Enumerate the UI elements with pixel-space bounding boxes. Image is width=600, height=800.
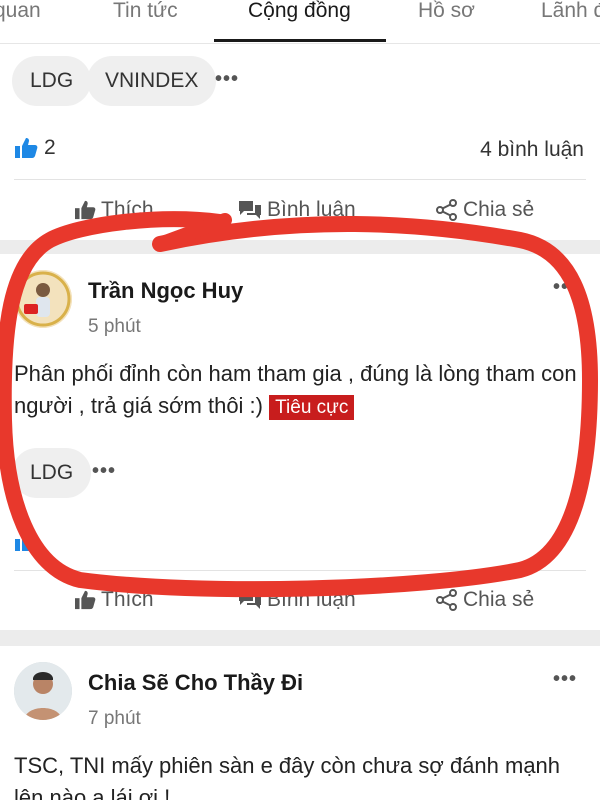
divider xyxy=(14,179,586,180)
like-label: Thích xyxy=(101,198,154,221)
comment-button[interactable]: Bình luận xyxy=(238,588,356,612)
tag-chip[interactable]: LDG xyxy=(12,56,92,106)
thumbs-up-icon xyxy=(15,531,38,551)
sentiment-badge: Tiêu cực xyxy=(269,395,355,420)
like-button[interactable]: Thích xyxy=(74,588,154,612)
comment-count[interactable]: 4 bình luận xyxy=(480,138,584,162)
author-name[interactable]: Chia Sẽ Cho Thầy Đi xyxy=(88,670,303,696)
avatar-image xyxy=(14,270,72,328)
tab-lanh-dao[interactable]: Lãnh đ xyxy=(541,0,600,22)
comment-label: Bình luận xyxy=(267,588,356,611)
active-tab-indicator xyxy=(214,39,386,42)
post-text: TSC, TNI mấy phiên sàn e đây còn chưa sợ… xyxy=(14,753,561,800)
comment-icon xyxy=(239,591,261,609)
share-icon xyxy=(436,589,457,611)
comment-button[interactable]: Bình luận xyxy=(238,198,356,222)
share-button[interactable]: Chia sẻ xyxy=(436,588,534,612)
post-actions: Thích Bình luận Chia sẻ xyxy=(0,192,600,232)
tab-tong-quan[interactable]: quan xyxy=(0,0,41,22)
avatar-image xyxy=(14,662,72,720)
tab-tin-tuc[interactable]: Tin tức xyxy=(113,0,178,22)
like-label: Thích xyxy=(101,588,154,611)
thumbs-up-icon xyxy=(75,590,96,610)
thumbs-up-icon xyxy=(15,138,38,158)
comment-label: Bình luận xyxy=(267,198,356,221)
share-label: Chia sẻ xyxy=(463,198,535,221)
reaction-icon[interactable] xyxy=(14,530,38,557)
share-button[interactable]: Chia sẻ xyxy=(436,198,534,222)
avatar[interactable] xyxy=(14,270,72,328)
top-tab-bar: quan Tin tức Cộng đồng Hồ sơ Lãnh đ xyxy=(0,0,600,44)
thumbs-up-icon xyxy=(75,200,96,220)
share-icon xyxy=(436,199,457,221)
post-menu-icon[interactable]: ••• xyxy=(553,668,577,691)
tag-chip[interactable]: VNINDEX xyxy=(87,56,217,106)
divider xyxy=(14,570,586,571)
more-tags-icon[interactable]: ••• xyxy=(215,68,239,91)
post-tran-ngoc-huy: Trần Ngọc Huy 5 phút ••• Phân phối đỉnh … xyxy=(0,254,600,630)
post-time: 5 phút xyxy=(88,316,141,337)
share-label: Chia sẻ xyxy=(463,588,535,611)
post-text: Phân phối đỉnh còn ham tham gia , đúng l… xyxy=(14,358,584,424)
reactions-row: 2 4 bình luận xyxy=(0,130,600,170)
post-time: 7 phút xyxy=(88,708,141,729)
avatar[interactable] xyxy=(14,662,72,720)
post-menu-icon[interactable]: ••• xyxy=(553,276,577,299)
post-chia-se-cho-thay-di: Chia Sẽ Cho Thầy Đi 7 phút ••• TSC, TNI … xyxy=(0,646,600,800)
tab-ho-so[interactable]: Hồ sơ xyxy=(418,0,475,22)
author-name[interactable]: Trần Ngọc Huy xyxy=(88,278,243,304)
tag-chip[interactable]: LDG xyxy=(12,448,92,498)
more-tags-icon[interactable]: ••• xyxy=(92,460,116,483)
like-count[interactable]: 2 xyxy=(14,136,56,160)
comment-icon xyxy=(239,201,261,219)
tab-cong-dong[interactable]: Cộng đồng xyxy=(248,0,351,22)
like-count-value: 2 xyxy=(44,136,56,159)
post-previous: LDG VNINDEX ••• 2 4 bình luận Thích Bình… xyxy=(0,44,600,240)
post-separator xyxy=(0,240,600,254)
like-button[interactable]: Thích xyxy=(74,198,154,222)
post-separator xyxy=(0,630,600,646)
post-actions: Thích Bình luận Chia sẻ xyxy=(0,582,600,622)
